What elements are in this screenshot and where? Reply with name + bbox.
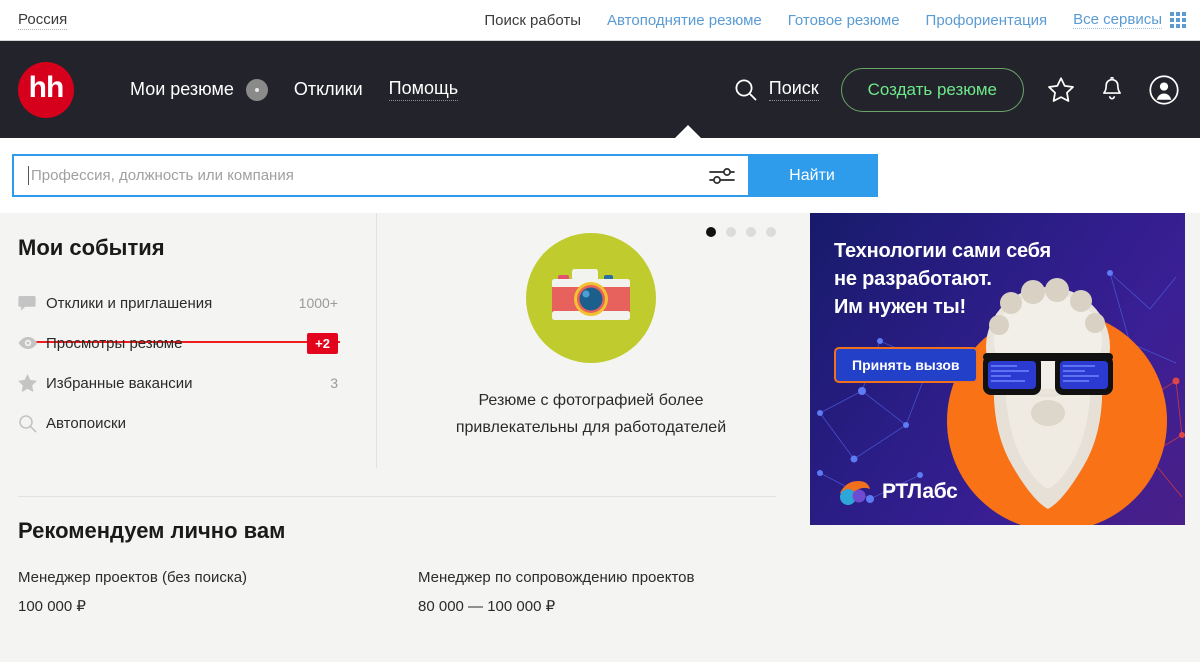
- notifications-button[interactable]: [1098, 76, 1126, 104]
- carousel-dot-3[interactable]: [746, 227, 756, 237]
- event-row-favorite-vacancies[interactable]: Избранные вакансии 3: [18, 363, 376, 403]
- rtlabs-logo-icon: [840, 481, 870, 505]
- recommendation-card[interactable]: Менеджер проектов (без поиска) 100 000 ₽: [18, 568, 418, 617]
- ad-headline-line3: Им нужен ты!: [834, 296, 966, 318]
- ad-headline-line2: не разработают.: [834, 268, 992, 290]
- promo-carousel: Резюме с фотографией более привлекательн…: [377, 213, 805, 468]
- promo-illustration: [526, 233, 656, 363]
- header-nav-responses-label: Отклики: [293, 79, 363, 99]
- event-row-responses[interactable]: Отклики и приглашения 1000+: [18, 283, 376, 323]
- event-row-resume-views[interactable]: Просмотры резюме +2: [18, 323, 376, 363]
- header-nav-my-resumes[interactable]: Мои резюме: [130, 78, 268, 101]
- ad-headline-line1: Технологии сами себя: [834, 240, 1052, 262]
- header-search-notch-icon: [674, 125, 702, 139]
- user-account-button[interactable]: [1148, 74, 1180, 106]
- search-bar: Профессия, должность или компания Найти: [12, 154, 878, 197]
- event-label: Отклики и приглашения: [46, 294, 213, 312]
- event-count-badge: +2: [307, 332, 338, 354]
- bell-icon: [1103, 76, 1121, 99]
- camera-icon: [552, 269, 630, 320]
- ad-column: Технологии сами себя не разработают. Им …: [805, 213, 1200, 623]
- apps-grid-icon[interactable]: [1170, 12, 1186, 28]
- header-nav-my-resumes-label: Мои резюме: [130, 79, 234, 99]
- user-account-icon: [1149, 74, 1179, 105]
- content-divider: [18, 496, 776, 497]
- ad-headline: Технологии сами себя не разработают. Им …: [834, 237, 1051, 321]
- event-count: 1000+: [298, 295, 338, 311]
- recommendation-title[interactable]: Менеджер по сопровождению проектов: [418, 568, 778, 588]
- event-label: Избранные вакансии: [46, 374, 193, 392]
- speech-bubble-icon: [18, 295, 46, 312]
- header-search-trigger[interactable]: Поиск: [733, 77, 819, 103]
- search-submit-button[interactable]: Найти: [748, 156, 876, 195]
- topnav-link-all-services-label: Все сервисы: [1073, 11, 1162, 29]
- sliders-filter-icon: [709, 167, 735, 184]
- topnav-link-ready-resume[interactable]: Готовое резюме: [788, 12, 900, 29]
- header-actions: Поиск Создать резюме: [733, 67, 1200, 112]
- my-events-panel: Мои события Отклики и приглашения 1000+ …: [0, 213, 377, 468]
- event-label: Автопоиски: [46, 414, 126, 432]
- header-nav: Мои резюме Отклики Помощь: [130, 78, 459, 101]
- promo-text: Резюме с фотографией более привлекательн…: [456, 387, 726, 441]
- topnav-all-services[interactable]: Все сервисы: [1073, 11, 1186, 29]
- hh-logo[interactable]: hh: [18, 61, 74, 118]
- topnav-link-auto-raise-resume[interactable]: Автоподнятие резюме: [607, 12, 762, 29]
- promo-text-line2: привлекательны для работодателей: [455, 419, 727, 436]
- region-selector[interactable]: Россия: [18, 11, 68, 30]
- search-strip: Профессия, должность или компания Найти: [0, 138, 1200, 343]
- topnav-link-job-search[interactable]: Поиск работы: [484, 12, 581, 29]
- star-icon: [18, 374, 46, 392]
- search-input-placeholder: Профессия, должность или компания: [31, 167, 294, 184]
- search-icon: [735, 79, 757, 100]
- favorites-button[interactable]: [1046, 75, 1076, 105]
- carousel-dot-1[interactable]: [706, 227, 716, 237]
- recommendations-title: Рекомендуем лично вам: [18, 518, 286, 543]
- text-caret: [28, 166, 29, 185]
- recommendation-salary: 100 000 ₽: [18, 598, 86, 615]
- search-filters-button[interactable]: [696, 156, 748, 195]
- top-nav-links: Поиск работы Автоподнятие резюме Готовое…: [484, 11, 1200, 29]
- search-input[interactable]: Профессия, должность или компания: [14, 156, 696, 195]
- header-search-label: Поиск: [768, 78, 819, 101]
- header-nav-responses[interactable]: Отклики: [294, 79, 363, 100]
- event-count: 3: [330, 375, 338, 391]
- recommendation-salary: 80 000 — 100 000 ₽: [418, 598, 556, 615]
- carousel-dot-2[interactable]: [726, 227, 736, 237]
- event-row-autosearches[interactable]: Автопоиски: [18, 403, 376, 443]
- recommendations-grid: Менеджер проектов (без поиска) 100 000 ₽…: [18, 568, 778, 617]
- recommendation-card[interactable]: Менеджер по сопровождению проектов 80 00…: [418, 568, 778, 617]
- ad-brand-name: РТЛабс: [882, 480, 958, 503]
- header-nav-help[interactable]: Помощь: [388, 78, 459, 101]
- promo-text-line1: Резюме с фотографией более: [478, 392, 704, 409]
- top-utility-nav: Россия Поиск работы Автоподнятие резюме …: [0, 0, 1200, 41]
- ad-brand-logo: РТЛабс: [834, 477, 958, 507]
- carousel-dot-4[interactable]: [766, 227, 776, 237]
- recommendation-title[interactable]: Менеджер проектов (без поиска): [18, 568, 418, 588]
- recommendations-section: Рекомендуем лично вам Менеджер проектов …: [18, 518, 778, 617]
- my-resumes-status-dot-icon: [245, 78, 268, 101]
- my-events-title: Мои события: [18, 235, 165, 260]
- star-icon: [1048, 76, 1074, 102]
- hh-logo-text: hh: [28, 71, 65, 104]
- main-content: Мои события Отклики и приглашения 1000+ …: [0, 213, 1200, 623]
- main-header: hh Мои резюме Отклики Помощь Поиск Созда…: [0, 41, 1200, 139]
- event-label: Просмотры резюме: [46, 334, 183, 352]
- ad-cta-button[interactable]: Принять вызов: [834, 347, 978, 383]
- header-nav-help-label: Помощь: [388, 78, 459, 98]
- carousel-dots: [706, 227, 776, 237]
- eye-icon: [18, 336, 46, 350]
- create-resume-button[interactable]: Создать резюме: [840, 67, 1024, 112]
- magnifier-icon: [18, 414, 46, 433]
- topnav-link-career-guidance[interactable]: Профориентация: [926, 12, 1048, 29]
- ad-banner-rtlabs[interactable]: Технологии сами себя не разработают. Им …: [810, 213, 1185, 525]
